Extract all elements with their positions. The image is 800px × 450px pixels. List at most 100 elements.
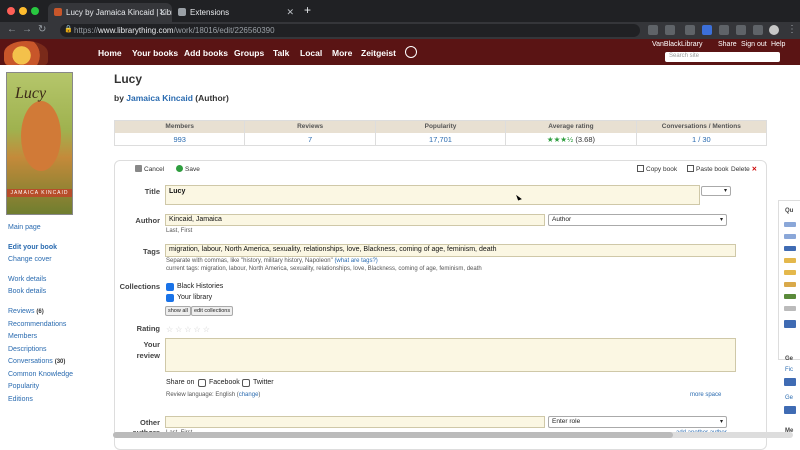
title-language-select[interactable]: ▾ [701, 186, 731, 196]
delete-button[interactable]: Delete ✕ [731, 165, 757, 173]
sidebar-item-book-details[interactable]: Book details [8, 288, 46, 295]
black-histories-checkbox[interactable] [166, 283, 174, 291]
other-label: Other [139, 418, 160, 427]
genre-icon[interactable] [784, 378, 796, 386]
sidebar-item-popularity[interactable]: Popularity [8, 383, 39, 390]
sidebar-item-work-details[interactable]: Work details [8, 276, 46, 283]
quick-link-icon[interactable] [784, 270, 796, 275]
what-are-tags-link[interactable]: (what are tags?) [334, 258, 377, 264]
site-search-input[interactable]: Search site [665, 52, 780, 62]
maximize-window-button[interactable] [31, 7, 39, 15]
nav-add-books[interactable]: Add books [184, 48, 228, 58]
save-label: Save [185, 166, 200, 173]
sign-out-link[interactable]: Sign out [741, 41, 767, 48]
quick-link-icon[interactable] [784, 294, 796, 299]
edit-collections-button[interactable]: edit collections [191, 306, 234, 316]
review-textarea[interactable] [165, 338, 736, 372]
sidebar-item-reviews[interactable]: Reviews (6) [8, 308, 44, 315]
sidebar-item-edit-your-book[interactable]: Edit your book [8, 244, 57, 251]
sidebar-icon[interactable] [753, 25, 763, 35]
avatar[interactable] [769, 25, 779, 35]
sidebar-item-conversations[interactable]: Conversations (30) [8, 358, 65, 365]
new-tab-button[interactable]: + [304, 3, 311, 17]
minimize-window-button[interactable] [19, 7, 27, 15]
address-bar[interactable]: 🔒 https://www.librarything.com/work/1801… [60, 24, 640, 37]
help-link[interactable]: Help [771, 41, 785, 48]
rating-star-icon[interactable]: ☆☆☆☆☆ [166, 325, 212, 334]
show-all-button[interactable]: show all [165, 306, 191, 316]
librarything-logo[interactable] [4, 41, 48, 65]
extension-icon[interactable] [719, 25, 729, 35]
extension-icon[interactable] [685, 25, 695, 35]
nav-talk[interactable]: Talk [273, 48, 289, 58]
reviews-value[interactable]: 7 [245, 133, 376, 146]
forward-icon[interactable]: → [22, 24, 32, 35]
author-link[interactable]: Jamaica Kincaid [126, 93, 193, 103]
share-icon[interactable] [648, 25, 658, 35]
user-link[interactable]: VanBlackLibrary [652, 41, 702, 48]
quick-link-icon[interactable] [784, 222, 796, 227]
nav-your-books[interactable]: Your books [132, 48, 178, 58]
copy-book-button[interactable]: Copy book [637, 165, 677, 173]
other-author-role-select[interactable]: Enter role ▾ [548, 416, 727, 428]
nav-local[interactable]: Local [300, 48, 322, 58]
nav-zeitgeist[interactable]: Zeitgeist [361, 48, 396, 58]
quick-link-icon[interactable] [784, 234, 796, 239]
quick-link-icon[interactable] [784, 258, 796, 263]
menu-icon[interactable]: ⋮ [787, 24, 797, 35]
quick-link-icon[interactable] [784, 306, 796, 311]
sidebar-item-change-cover[interactable]: Change cover [8, 256, 52, 263]
author-field[interactable]: Kincaid, Jamaica [165, 214, 545, 226]
right-sidebar-fiction[interactable]: Fic [785, 367, 793, 373]
conversations-value[interactable]: 1 / 30 [637, 133, 766, 146]
paste-icon [687, 165, 694, 172]
your-library-checkbox[interactable] [166, 294, 174, 302]
right-sidebar-genre-2[interactable]: Ge [785, 395, 793, 401]
popularity-value[interactable]: 17,701 [376, 133, 507, 146]
puzzle-icon[interactable] [736, 25, 746, 35]
sidebar-item-common-knowledge[interactable]: Common Knowledge [8, 371, 73, 378]
share-link[interactable]: Share [718, 41, 737, 48]
zeitgeist-icon[interactable] [405, 46, 417, 58]
bookmark-star-icon[interactable] [665, 25, 675, 35]
sidebar-item-recommendations[interactable]: Recommendations [8, 321, 66, 328]
book-cover[interactable]: Lucy JAMAICA KINCAID [6, 72, 73, 215]
tags-field[interactable]: migration, labour, North America, sexual… [165, 244, 736, 257]
quick-link-icon[interactable] [784, 246, 796, 251]
quick-link-icon[interactable] [784, 282, 796, 287]
close-tab-icon[interactable]: ✕ [158, 7, 166, 18]
sidebar-item-members[interactable]: Members [8, 333, 37, 340]
reload-icon[interactable]: ↻ [38, 24, 46, 35]
sidebar-item-main-page[interactable]: Main page [8, 224, 41, 231]
by-label: by [114, 93, 124, 103]
other-author-field[interactable] [165, 416, 545, 428]
scrollbar-thumb[interactable] [113, 432, 673, 438]
author-role-select[interactable]: Author ▾ [548, 214, 727, 226]
sidebar-item-editions[interactable]: Editions [8, 396, 33, 403]
quick-link-icon[interactable] [784, 320, 796, 328]
tab-extensions[interactable]: Extensions ✕ [172, 3, 300, 22]
facebook-checkbox[interactable] [198, 379, 206, 387]
change-language-link[interactable]: change [239, 392, 259, 398]
nav-home[interactable]: Home [98, 48, 122, 58]
back-icon[interactable]: ← [7, 24, 17, 35]
sidebar-item-descriptions[interactable]: Descriptions [8, 346, 47, 353]
tab-librarything[interactable]: Lucy by Jamaica Kincaid | Libr ✕ [48, 3, 172, 22]
close-window-button[interactable] [7, 7, 15, 15]
paste-book-button[interactable]: Paste book [687, 165, 729, 173]
nav-groups[interactable]: Groups [234, 48, 264, 58]
more-space-label[interactable]: more space [690, 392, 721, 398]
title-field[interactable]: Lucy [165, 185, 700, 205]
author-hint: Last, First [166, 228, 193, 234]
more-space-link[interactable]: more space [690, 392, 721, 398]
members-value[interactable]: 993 [115, 133, 246, 146]
bitwarden-icon[interactable] [702, 25, 712, 35]
close-tab-icon[interactable]: ✕ [286, 7, 294, 18]
nav-more[interactable]: More [332, 48, 352, 58]
review-label: review [136, 351, 160, 360]
save-button[interactable]: Save [176, 165, 200, 173]
twitter-checkbox[interactable] [242, 379, 250, 387]
paste-book-label: Paste book [696, 166, 729, 173]
genre-icon[interactable] [784, 406, 796, 414]
cancel-button[interactable]: Cancel [135, 165, 164, 173]
